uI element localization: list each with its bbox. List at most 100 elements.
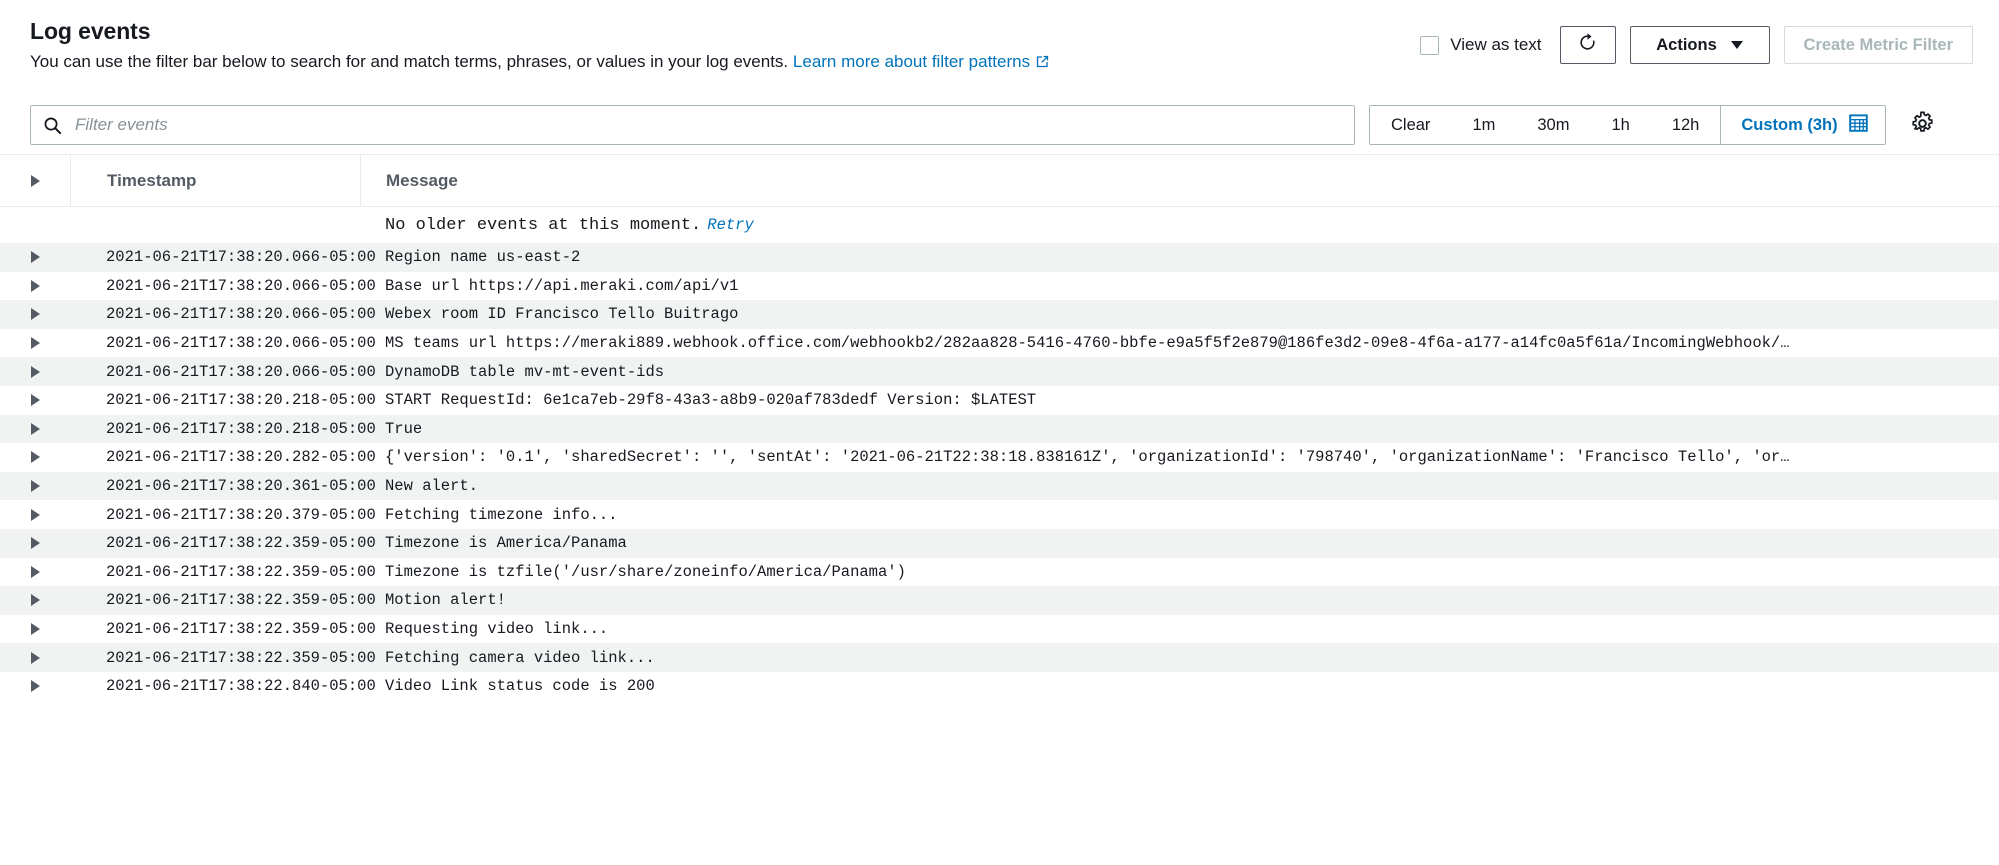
view-as-text-checkbox-wrap[interactable]: View as text bbox=[1420, 35, 1542, 55]
view-as-text-checkbox[interactable] bbox=[1420, 35, 1440, 55]
time-range-30m[interactable]: 30m bbox=[1516, 106, 1591, 144]
chevron-right-icon bbox=[30, 451, 40, 464]
search-input[interactable] bbox=[73, 114, 1342, 136]
row-timestamp: 2021-06-21T17:38:20.066-05:00 bbox=[106, 276, 376, 295]
row-expand-toggle[interactable] bbox=[0, 365, 70, 378]
chevron-right-icon bbox=[30, 308, 40, 321]
row-message: Webex room ID Francisco Tello Buitrago bbox=[385, 305, 739, 324]
chevron-right-icon bbox=[30, 279, 40, 292]
external-link-icon bbox=[1035, 53, 1050, 76]
row-message: START RequestId: 6e1ca7eb-29f8-43a3-a8b9… bbox=[385, 391, 1037, 410]
row-message: MS teams url https://meraki889.webhook.o… bbox=[385, 334, 1790, 353]
chevron-right-icon bbox=[30, 251, 40, 264]
learn-more-link[interactable]: Learn more about filter patterns bbox=[793, 52, 1030, 71]
table-row[interactable]: 2021-06-21T17:38:22.359-05:00 Requesting … bbox=[0, 614, 1999, 644]
table-row[interactable]: 2021-06-21T17:38:20.066-05:00 Base url ht… bbox=[0, 271, 1999, 301]
chevron-right-icon bbox=[30, 651, 40, 664]
table-row[interactable]: 2021-06-21T17:38:20.218-05:00 True bbox=[0, 414, 1999, 444]
time-range-1h[interactable]: 1h bbox=[1590, 106, 1651, 144]
log-events-page: Log events You can use the filter bar be… bbox=[0, 0, 1999, 865]
row-timestamp: 2021-06-21T17:38:20.218-05:00 bbox=[106, 419, 376, 438]
row-expand-toggle[interactable] bbox=[0, 594, 70, 607]
actions-label: Actions bbox=[1656, 35, 1717, 54]
no-older-events-row: No older events at this moment. Retry bbox=[0, 207, 1999, 243]
row-timestamp: 2021-06-21T17:38:20.066-05:00 bbox=[106, 334, 376, 353]
row-expand-toggle[interactable] bbox=[0, 651, 70, 664]
row-timestamp: 2021-06-21T17:38:20.066-05:00 bbox=[106, 305, 376, 324]
chevron-right-icon bbox=[30, 394, 40, 407]
row-expand-toggle[interactable] bbox=[0, 565, 70, 578]
table-row[interactable]: 2021-06-21T17:38:22.359-05:00 Timezone is… bbox=[0, 528, 1999, 558]
table-row[interactable]: 2021-06-21T17:38:22.359-05:00 Timezone is… bbox=[0, 557, 1999, 587]
row-message: {'version': '0.1', 'sharedSecret': '', '… bbox=[385, 448, 1790, 467]
retry-link[interactable]: Retry bbox=[707, 216, 754, 234]
row-expand-toggle[interactable] bbox=[0, 508, 70, 521]
table-row[interactable]: 2021-06-21T17:38:22.359-05:00 Motion aler… bbox=[0, 586, 1999, 615]
time-range-clear[interactable]: Clear bbox=[1370, 106, 1452, 144]
chevron-right-icon bbox=[30, 623, 40, 636]
table-header-row: Timestamp Message bbox=[0, 155, 1999, 207]
chevron-right-icon bbox=[30, 565, 40, 578]
page-title: Log events bbox=[30, 18, 151, 44]
actions-button[interactable]: Actions bbox=[1629, 26, 1770, 64]
chevron-right-icon bbox=[30, 422, 40, 435]
time-range-1m[interactable]: 1m bbox=[1451, 106, 1517, 144]
row-expand-toggle[interactable] bbox=[0, 308, 70, 321]
column-header-message-label: Message bbox=[386, 170, 458, 190]
table-row[interactable]: 2021-06-21T17:38:20.282-05:00 {'version':… bbox=[0, 443, 1999, 472]
row-timestamp: 2021-06-21T17:38:22.359-05:00 bbox=[106, 648, 376, 667]
row-message: True bbox=[385, 419, 423, 438]
no-older-events-text: No older events at this moment. bbox=[385, 215, 702, 235]
create-metric-filter-button[interactable]: Create Metric Filter bbox=[1783, 26, 1973, 64]
table-body: 2021-06-21T17:38:20.066-05:00 Region name… bbox=[0, 243, 1999, 701]
row-expand-toggle[interactable] bbox=[0, 623, 70, 636]
row-expand-toggle[interactable] bbox=[0, 337, 70, 350]
row-expand-toggle[interactable] bbox=[0, 480, 70, 493]
row-timestamp: 2021-06-21T17:38:20.066-05:00 bbox=[106, 362, 376, 381]
row-timestamp: 2021-06-21T17:38:22.359-05:00 bbox=[106, 562, 376, 581]
row-message: Fetching timezone info... bbox=[385, 505, 618, 524]
column-header-timestamp[interactable]: Timestamp bbox=[70, 155, 360, 206]
search-icon bbox=[43, 116, 62, 135]
page-description-text: You can use the filter bar below to sear… bbox=[30, 52, 789, 72]
row-expand-toggle[interactable] bbox=[0, 537, 70, 550]
row-message: Video Link status code is 200 bbox=[385, 677, 655, 696]
table-row[interactable]: 2021-06-21T17:38:20.218-05:00 START Reque… bbox=[0, 385, 1999, 415]
column-header-message[interactable]: Message bbox=[360, 155, 1999, 206]
table-row[interactable]: 2021-06-21T17:38:20.066-05:00 Webex room … bbox=[0, 300, 1999, 329]
view-as-text-label: View as text bbox=[1450, 35, 1542, 54]
filter-events-input-wrap[interactable] bbox=[30, 105, 1355, 145]
row-expand-toggle[interactable] bbox=[0, 422, 70, 435]
row-timestamp: 2021-06-21T17:38:20.218-05:00 bbox=[106, 391, 376, 410]
chevron-right-icon bbox=[30, 537, 40, 550]
table-row[interactable]: 2021-06-21T17:38:20.361-05:00 New alert. bbox=[0, 471, 1999, 501]
time-range-custom[interactable]: Custom (3h) bbox=[1720, 106, 1885, 144]
row-expand-toggle[interactable] bbox=[0, 394, 70, 407]
notice-message-cell: No older events at this moment. Retry bbox=[360, 216, 1999, 235]
row-expand-toggle[interactable] bbox=[0, 279, 70, 292]
page-header: Log events You can use the filter bar be… bbox=[0, 0, 1999, 96]
table-row[interactable]: 2021-06-21T17:38:20.066-05:00 DynamoDB ta… bbox=[0, 357, 1999, 386]
time-range-12h[interactable]: 12h bbox=[1650, 106, 1721, 144]
learn-more-label: Learn more about filter patterns bbox=[792, 52, 1031, 72]
chevron-right-icon bbox=[30, 508, 40, 521]
refresh-button[interactable] bbox=[1559, 26, 1616, 64]
settings-gear-button[interactable] bbox=[1906, 111, 1939, 139]
row-expand-toggle[interactable] bbox=[0, 451, 70, 464]
table-row[interactable]: 2021-06-21T17:38:20.066-05:00 MS teams ur… bbox=[0, 328, 1999, 358]
time-range-group: Clear 1m 30m 1h 12h Custom (3h) bbox=[1369, 105, 1886, 145]
header-actions: View as text Actions Create Metric Filte… bbox=[1420, 26, 1973, 64]
row-expand-toggle[interactable] bbox=[0, 251, 70, 264]
row-expand-toggle[interactable] bbox=[0, 680, 70, 693]
column-header-timestamp-label: Timestamp bbox=[107, 170, 197, 190]
row-timestamp: 2021-06-21T17:38:20.379-05:00 bbox=[106, 505, 376, 524]
table-row[interactable]: 2021-06-21T17:38:20.066-05:00 Region name… bbox=[0, 243, 1999, 272]
expand-all-toggle[interactable] bbox=[0, 174, 70, 187]
table-row[interactable]: 2021-06-21T17:38:22.359-05:00 Fetching ca… bbox=[0, 643, 1999, 672]
chevron-right-icon bbox=[30, 594, 40, 607]
table-row[interactable]: 2021-06-21T17:38:20.379-05:00 Fetching ti… bbox=[0, 500, 1999, 529]
table-row[interactable]: 2021-06-21T17:38:22.840-05:00 Video Link … bbox=[0, 671, 1999, 701]
time-range-custom-label: Custom (3h) bbox=[1741, 115, 1838, 134]
row-message: Requesting video link... bbox=[385, 620, 609, 639]
row-message: Timezone is tzfile('/usr/share/zoneinfo/… bbox=[385, 562, 906, 581]
